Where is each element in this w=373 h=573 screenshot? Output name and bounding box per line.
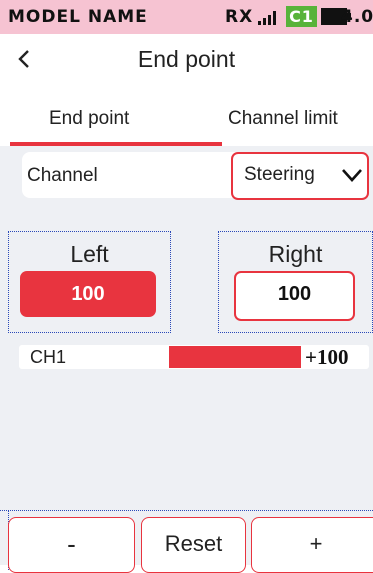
channel-row: Channel Steering [22, 152, 369, 200]
channel-label: Channel [27, 165, 98, 186]
right-label: Right [268, 241, 323, 267]
left-endpoint-panel: Left 100 [8, 231, 171, 333]
channel-monitor-label: CH1 [30, 347, 67, 367]
right-value-button[interactable]: 100 [234, 271, 355, 321]
battery-voltage: 4.0V [341, 7, 373, 27]
channel-monitor-row: CH1 +100 [19, 345, 369, 369]
tab-bar: End point Channel limit [0, 96, 373, 146]
model-name: MODEL NAME [8, 7, 148, 27]
left-label: Left [70, 241, 109, 267]
signal-strength-icon [258, 11, 278, 25]
channel-select-value: Steering [244, 164, 315, 185]
channel-monitor-bar [169, 346, 301, 368]
tab-channel-limit[interactable]: Channel limit [228, 108, 338, 130]
chevron-down-icon [342, 169, 362, 182]
left-value-button[interactable]: 100 [20, 271, 156, 317]
main-content: End point Channel limit Channel Steering… [0, 96, 373, 573]
title-bar: End point [0, 34, 373, 86]
button-area-divider [0, 510, 373, 511]
rx-label: RX [225, 7, 254, 27]
tab-end-point[interactable]: End point [49, 108, 129, 130]
page-title: End point [137, 46, 236, 72]
channel-badge: C1 [286, 6, 317, 27]
channel-select[interactable]: Steering [231, 152, 369, 200]
channel-monitor-value: +100 [305, 345, 349, 369]
right-endpoint-panel: Right 100 [218, 231, 373, 333]
status-bar: MODEL NAME RX C1 4.0V [0, 0, 373, 34]
active-tab-indicator [10, 142, 222, 146]
